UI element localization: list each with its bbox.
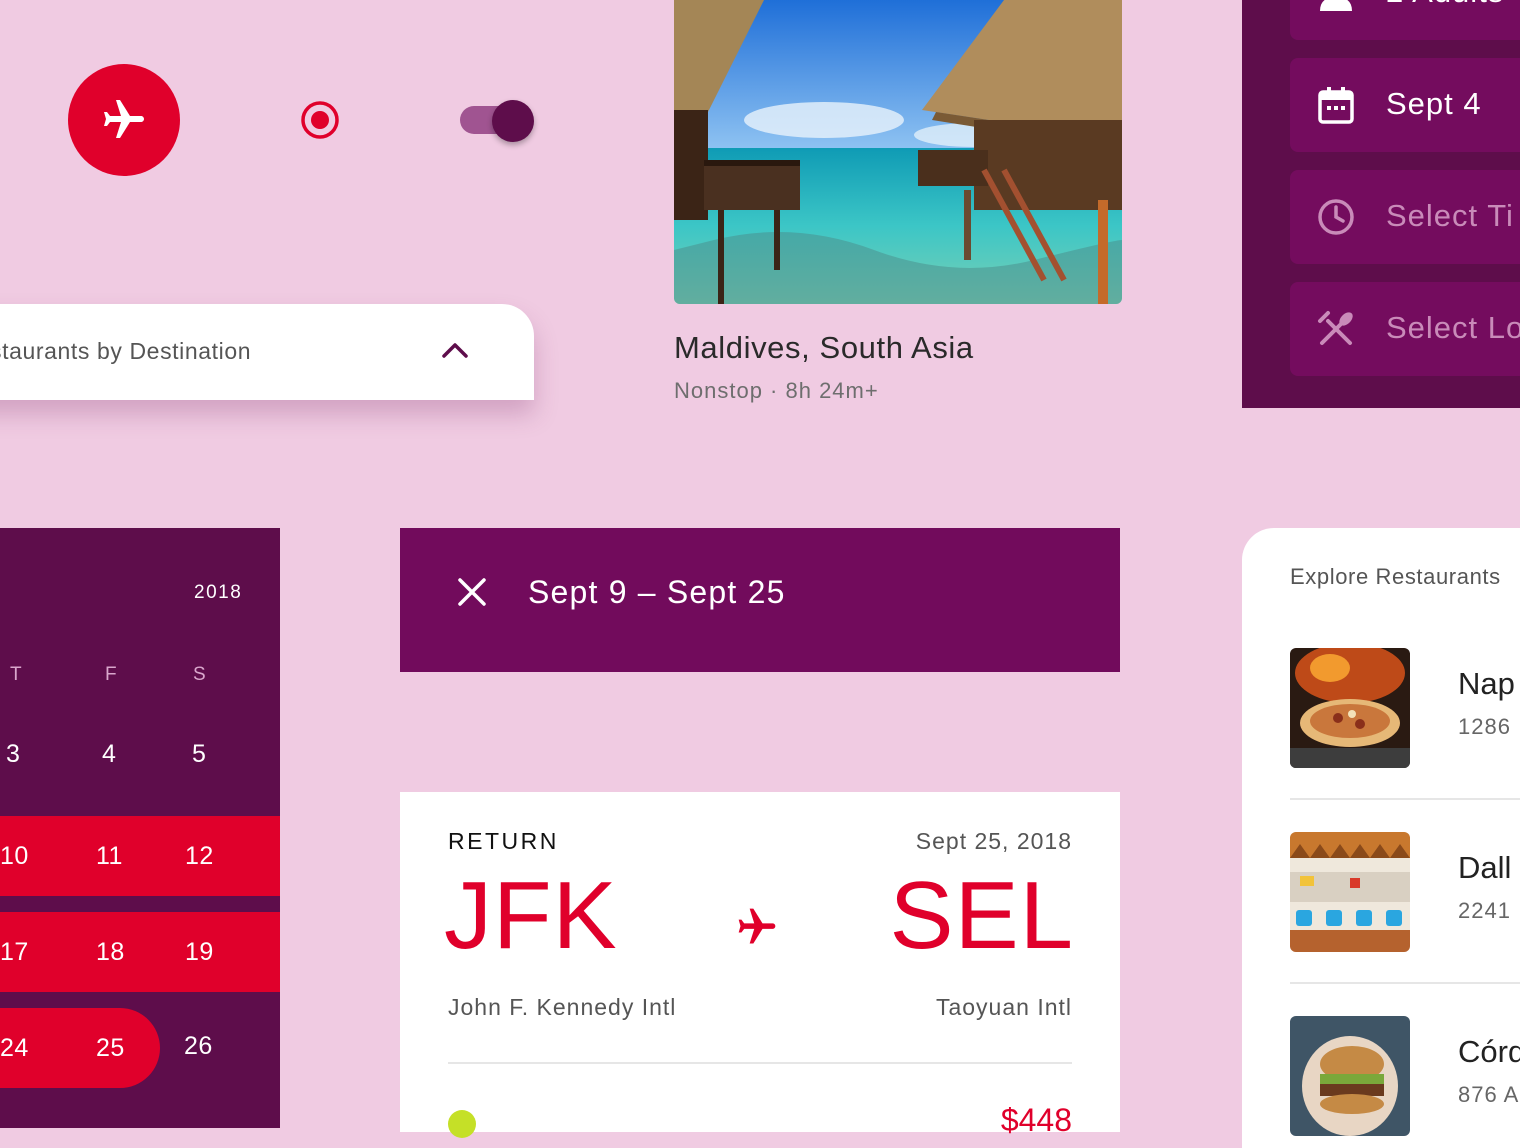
- restaurant-name: Córd: [1458, 1034, 1520, 1069]
- destination-code: SEL: [889, 862, 1074, 969]
- origin-code: JFK: [444, 862, 618, 969]
- guests-field[interactable]: 2 Adults: [1290, 0, 1520, 40]
- airplane-icon: [738, 908, 776, 944]
- radio-button-selected[interactable]: [300, 100, 340, 140]
- divider: [1290, 798, 1520, 800]
- chevron-up-icon[interactable]: [440, 340, 470, 360]
- calendar-day[interactable]: 18: [96, 938, 125, 967]
- maldives-photo[interactable]: [674, 0, 1122, 304]
- restaurants-destination-dropdown[interactable]: staurants by Destination: [0, 304, 534, 400]
- toggle-switch-thumb[interactable]: [492, 100, 534, 142]
- calendar-day[interactable]: 5: [192, 740, 206, 769]
- restaurant-photo: [1290, 1016, 1410, 1136]
- airplane-icon: [104, 100, 144, 138]
- calendar-day[interactable]: 12: [185, 842, 214, 871]
- calendar-range-band: [0, 912, 280, 992]
- calendar-day[interactable]: 11: [96, 842, 123, 871]
- flight-fab-button[interactable]: [68, 64, 180, 176]
- location-field[interactable]: Select Lo: [1290, 282, 1520, 376]
- weekday-label: F: [105, 664, 118, 685]
- fork-knife-icon: [1318, 311, 1353, 345]
- restaurant-address: 2241 .: [1458, 898, 1520, 923]
- list-item[interactable]: Córd 876 A: [1290, 1016, 1520, 1136]
- date-label: Sept 4: [1386, 86, 1482, 121]
- destination-airport-name: Taoyuan Intl: [935, 994, 1072, 1020]
- calendar-icon: [1318, 87, 1354, 124]
- flight-direction-label: RETURN: [448, 828, 559, 854]
- calendar-day[interactable]: 3: [6, 740, 20, 769]
- calendar-day[interactable]: 26: [184, 1032, 213, 1061]
- restaurant-address: 1286: [1458, 714, 1511, 739]
- list-item[interactable]: Nap 1286: [1290, 648, 1520, 768]
- guests-label: 2 Adults: [1386, 0, 1504, 10]
- divider: [1290, 982, 1520, 984]
- weekday-label: T: [10, 664, 23, 685]
- restaurant-name: Nap: [1458, 666, 1515, 701]
- flight-date: Sept 25, 2018: [915, 828, 1072, 854]
- airline-logo-icon: [448, 1110, 476, 1138]
- restaurant-photo: [1290, 832, 1410, 952]
- destination-title: Maldives, South Asia: [674, 330, 974, 365]
- date-range-text: Sept 9 – Sept 25: [528, 574, 786, 610]
- list-item[interactable]: Dall 2241 .: [1290, 832, 1520, 952]
- restaurant-photo: [1290, 648, 1410, 768]
- date-field[interactable]: Sept 4: [1290, 58, 1520, 152]
- weekday-label: S: [193, 664, 207, 685]
- divider: [448, 1062, 1072, 1064]
- restaurant-name: Dall: [1458, 850, 1512, 885]
- clock-icon: [1318, 199, 1354, 235]
- person-icon: [1320, 0, 1352, 11]
- flight-price: $448: [1000, 1102, 1072, 1138]
- calendar-range-band: [0, 816, 280, 896]
- calendar-year: 2018: [194, 582, 243, 603]
- time-field[interactable]: Select Ti: [1290, 170, 1520, 264]
- origin-airport-name: John F. Kennedy Intl: [448, 994, 677, 1020]
- location-placeholder: Select Lo: [1386, 310, 1520, 345]
- restaurants-title: Explore Restaurants: [1290, 564, 1501, 589]
- destination-subtitle: Nonstop · 8h 24m+: [674, 378, 879, 403]
- date-range-calendar: 2018 T F S 3 4 5 10 11 12 17 18 19 24 25…: [0, 528, 280, 1128]
- date-range-chip[interactable]: Sept 9 – Sept 25: [400, 528, 1120, 672]
- return-flight-card[interactable]: RETURN Sept 25, 2018 JFK SEL John F. Ken…: [400, 792, 1120, 1138]
- restaurant-address: 876 A: [1458, 1082, 1520, 1107]
- calendar-day[interactable]: 19: [185, 938, 214, 967]
- close-icon[interactable]: [456, 576, 488, 608]
- calendar-day[interactable]: 25: [96, 1034, 125, 1063]
- calendar-day[interactable]: 10: [0, 842, 29, 871]
- calendar-day[interactable]: 4: [102, 740, 116, 769]
- calendar-day[interactable]: 24: [0, 1034, 29, 1063]
- explore-restaurants-card: Explore Restaurants Nap 1286 Dall 2241 .…: [1242, 528, 1520, 1148]
- calendar-day[interactable]: 17: [0, 938, 29, 967]
- booking-options-panel: 2 Adults Sept 4 Select Ti Select Lo: [1242, 0, 1520, 408]
- time-placeholder: Select Ti: [1386, 198, 1514, 233]
- dropdown-label: staurants by Destination: [0, 338, 252, 364]
